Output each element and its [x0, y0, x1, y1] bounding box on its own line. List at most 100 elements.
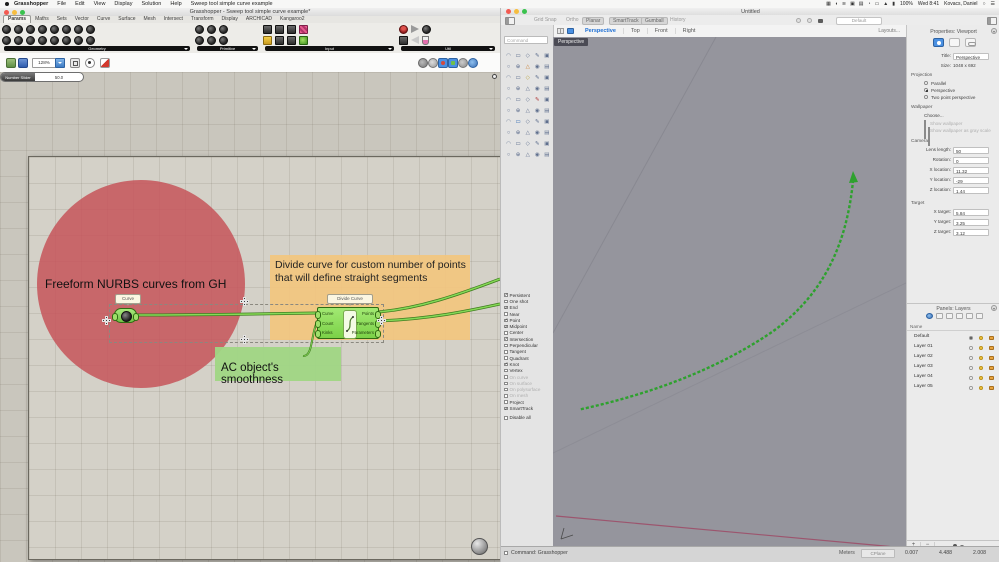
- tool-icon[interactable]: ⊕: [514, 63, 523, 72]
- camera-x-location--field[interactable]: 11.32: [953, 167, 989, 174]
- osnap-checkbox[interactable]: [504, 400, 508, 404]
- layer-row-layer-01[interactable]: Layer 01: [907, 343, 999, 353]
- menu-item-view[interactable]: View: [94, 1, 106, 7]
- layer-visibility-bulb-icon[interactable]: [979, 365, 983, 370]
- osnap-checkbox[interactable]: [504, 324, 508, 329]
- output-nub[interactable]: [375, 329, 381, 338]
- osnap-checkbox[interactable]: [504, 368, 508, 373]
- current-layer-marker[interactable]: [969, 335, 973, 340]
- camera-icon[interactable]: [418, 58, 428, 68]
- toolbar-smarttrack[interactable]: SmartTrack: [609, 17, 643, 25]
- tool-icon[interactable]: ✎: [533, 140, 542, 149]
- help-icon[interactable]: [975, 313, 983, 319]
- knob-component-icon[interactable]: [422, 24, 431, 34]
- wifi-icon[interactable]: ▲: [883, 1, 888, 7]
- tool-icon[interactable]: ◠: [504, 140, 513, 149]
- camera-y-location--field[interactable]: -29: [953, 177, 989, 184]
- current-layer-marker[interactable]: [969, 365, 973, 370]
- slab-component-icon[interactable]: [287, 35, 296, 45]
- knob-component-icon[interactable]: [74, 35, 83, 45]
- web-icon[interactable]: [468, 58, 478, 68]
- osnap-disable-all[interactable]: Disable all: [504, 415, 552, 421]
- knob-component-icon[interactable]: [195, 35, 204, 45]
- layer-row-layer-02[interactable]: Layer 02: [907, 353, 999, 363]
- tab-curve[interactable]: Curve: [93, 16, 114, 23]
- volume-icon[interactable]: ◖: [835, 1, 838, 7]
- output-nub[interactable]: [133, 313, 139, 321]
- knob-component-icon[interactable]: [2, 35, 11, 45]
- tab-kangaroo2[interactable]: Kangaroo2: [276, 16, 308, 23]
- menu-item-file[interactable]: File: [57, 1, 66, 7]
- layers-name-column-header[interactable]: Name: [910, 324, 922, 329]
- tool-icon[interactable]: ▤: [542, 151, 551, 160]
- osnap-checkbox[interactable]: [504, 318, 508, 323]
- tool-icon[interactable]: ▣: [542, 118, 551, 127]
- wallpaper-checkbox[interactable]: [924, 120, 926, 139]
- viewport-tab-perspective[interactable]: Perspective: [578, 28, 623, 34]
- panel-icon[interactable]: [965, 313, 973, 319]
- tool-icon[interactable]: ▤: [542, 85, 551, 94]
- preview-icon[interactable]: [85, 58, 95, 68]
- osnap-checkbox[interactable]: [504, 299, 508, 304]
- tool-icon[interactable]: ▤: [542, 107, 551, 116]
- tool-icon[interactable]: ⊕: [514, 129, 523, 138]
- curve-param-component[interactable]: [112, 308, 139, 323]
- preview-shaded-icon[interactable]: [438, 58, 448, 68]
- layer-visibility-bulb-icon[interactable]: [979, 335, 983, 340]
- tool-icon[interactable]: ▭: [514, 118, 523, 127]
- cloud-icon[interactable]: ≋: [842, 1, 846, 7]
- sketch-icon[interactable]: [100, 58, 110, 68]
- tab-surface[interactable]: Surface: [114, 16, 139, 23]
- layer-visibility-bulb-icon[interactable]: [979, 385, 983, 390]
- remote-panel-icon[interactable]: [458, 58, 468, 68]
- save-file-icon[interactable]: [18, 58, 28, 68]
- layer-lock-icon[interactable]: [989, 386, 994, 390]
- sidebar-toggle-icon[interactable]: [505, 17, 515, 25]
- wallpaper-choose-button[interactable]: Choose...: [924, 113, 944, 118]
- tool-icon[interactable]: ◇: [523, 96, 532, 105]
- tab-archicad[interactable]: ARCHICAD: [242, 16, 276, 23]
- status-checkbox[interactable]: [504, 551, 508, 555]
- tool-icon[interactable]: ◉: [533, 85, 542, 94]
- osnap-checkbox[interactable]: [504, 312, 508, 316]
- tool-icon[interactable]: ✎: [533, 52, 542, 61]
- tool-icon[interactable]: ◠: [504, 96, 513, 105]
- tool-icon[interactable]: ▭: [514, 52, 523, 61]
- tool-icon[interactable]: ○: [504, 107, 513, 116]
- tool-icon[interactable]: △: [523, 151, 532, 160]
- knob-component-icon[interactable]: [219, 24, 228, 34]
- tab-vector[interactable]: Vector: [71, 16, 93, 23]
- default-toolbar-dropdown[interactable]: Default: [836, 17, 882, 25]
- osnap-checkbox[interactable]: [504, 356, 508, 360]
- layer-row-layer-04[interactable]: Layer 04: [907, 373, 999, 383]
- knob-component-icon[interactable]: [38, 35, 47, 45]
- tab-maths[interactable]: Maths: [31, 16, 53, 23]
- tool-icon[interactable]: ✎: [533, 96, 542, 105]
- tab-intersect[interactable]: Intersect: [160, 16, 187, 23]
- projection-radio-two-point-perspective[interactable]: [924, 95, 928, 99]
- osnap-checkbox[interactable]: [504, 381, 508, 386]
- tab-transform[interactable]: Transform: [187, 16, 218, 23]
- osnap-checkbox[interactable]: [504, 336, 508, 342]
- osnap-smarttrack[interactable]: SmartTrack: [504, 405, 552, 411]
- menu-item-help[interactable]: Help: [170, 1, 181, 7]
- tool-icon[interactable]: ▭: [514, 140, 523, 149]
- tool-icon[interactable]: △: [523, 85, 532, 94]
- menu-item-edit[interactable]: Edit: [75, 1, 84, 7]
- panel-toggle-icon[interactable]: [987, 17, 997, 25]
- tree-component-icon[interactable]: [399, 24, 408, 34]
- tab-display[interactable]: Display: [218, 16, 242, 23]
- perspective-viewport[interactable]: Perspective: [553, 37, 906, 546]
- preview-wire-icon[interactable]: [448, 58, 458, 68]
- input-nub[interactable]: [112, 313, 118, 321]
- tool-icon[interactable]: ◠: [504, 74, 513, 83]
- projection-radio-parallel[interactable]: [924, 81, 928, 85]
- grasshopper-canvas[interactable]: Freeform NURBS curves from GH Divide cur…: [0, 72, 500, 562]
- viewport-tab-front[interactable]: Front: [646, 28, 675, 34]
- viewport-tab-top[interactable]: Top: [622, 28, 647, 34]
- tool-icon[interactable]: ◉: [533, 107, 542, 116]
- layer-row-default[interactable]: Default: [907, 333, 999, 343]
- osnap-checkbox[interactable]: [504, 394, 508, 398]
- palette-group-label[interactable]: Util: [401, 46, 495, 51]
- airplay-icon[interactable]: ▭: [875, 1, 880, 7]
